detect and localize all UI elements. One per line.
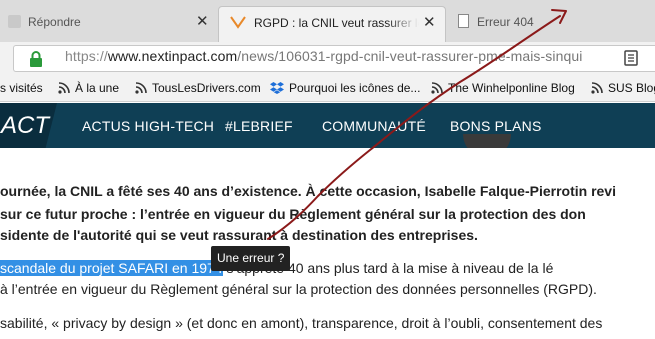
article-paragraph-line: sabilité, « privacy by design » (et donc… — [0, 315, 603, 331]
page-icon — [8, 15, 21, 28]
bookmark-label: TousLesDrivers.com — [152, 81, 261, 95]
article-intro-line: sur ce futur proche : l’entrée en vigueu… — [0, 206, 586, 222]
rss-icon — [431, 82, 443, 97]
bookmark-sus-blog[interactable]: SUS Blog — [591, 81, 655, 97]
rss-icon — [135, 82, 147, 97]
document-icon — [458, 14, 469, 28]
bookmark-label: À la une — [75, 81, 120, 95]
url-path: /news/106031-rgpd-cnil-veut-rassurer-pme… — [237, 48, 583, 64]
nextinpact-favicon-icon — [230, 15, 246, 32]
bookmark-pourquoi-icones[interactable]: Pourquoi les icônes de... — [270, 81, 420, 97]
close-icon[interactable]: ✕ — [196, 12, 209, 30]
site-logo[interactable]: ACT — [0, 103, 57, 148]
article-intro-line: sidente de l'autorité qui se veut rassur… — [0, 227, 478, 243]
bookmark-most-visited[interactable]: s visités — [0, 81, 43, 95]
bookmark-a-la-une[interactable]: À la une — [58, 81, 119, 97]
url-text[interactable]: https://www.nextinpact.com/news/106031-r… — [65, 48, 582, 64]
bookmark-label: s visités — [0, 81, 43, 95]
report-error-tooltip[interactable]: Une erreur ? — [211, 246, 290, 271]
article-intro-line: ournée, la CNIL a fêté ses 40 ans d’exis… — [0, 183, 616, 199]
rss-icon — [591, 82, 603, 97]
tab-label: Répondre — [28, 15, 81, 29]
nav-bons-plans[interactable]: BONS PLANS — [450, 118, 541, 134]
reader-mode-icon[interactable] — [624, 50, 638, 71]
article-paragraph-line: à l’entrée en vigueur du Règlement génér… — [0, 281, 597, 297]
dropbox-icon — [270, 82, 284, 97]
tab-label: RGPD : la CNIL veut rassurer les P — [254, 16, 419, 30]
bookmark-touslesdrivers[interactable]: TousLesDrivers.com — [135, 81, 261, 97]
tab-strip: Répondre ✕ RGPD : la CNIL veut rassurer … — [0, 0, 655, 42]
nav-actus-high-tech[interactable]: ACTUS HIGH-TECH — [82, 118, 214, 134]
toolbar: https://www.nextinpact.com/news/106031-r… — [0, 42, 655, 74]
bookmark-label: The Winhelponline Blog — [448, 81, 575, 95]
tab-repondre[interactable]: Répondre ✕ — [0, 6, 218, 42]
nav-communaute[interactable]: COMMUNAUTÉ — [322, 118, 426, 134]
url-host: www.nextinpact.com — [107, 48, 238, 64]
site-navigation: ACT ACTUS HIGH-TECH #LEBRIEF COMMUNAUTÉ … — [0, 103, 655, 148]
bookmark-label: SUS Blog — [608, 81, 655, 95]
nav-lebrief[interactable]: #LEBRIEF — [225, 118, 293, 134]
logo-text: ACT — [1, 112, 49, 139]
bookmark-label: Pourquoi les icônes de... — [289, 81, 421, 95]
bookmarks-bar: s visités À la une TousLesDrivers.com Po… — [0, 74, 655, 102]
tab-label: Erreur 404 — [477, 15, 534, 29]
bookmark-winhelponline[interactable]: The Winhelponline Blog — [431, 81, 575, 97]
tab-rgpd-active[interactable]: RGPD : la CNIL veut rassurer les P ✕ — [218, 6, 446, 42]
lock-icon[interactable] — [29, 51, 43, 72]
article-body: ournée, la CNIL a fêté ses 40 ans d’exis… — [0, 148, 655, 339]
rss-icon — [58, 82, 70, 97]
close-icon[interactable]: ✕ — [423, 13, 436, 31]
selected-text[interactable]: scandale du projet SAFARI en 1974 — [0, 260, 223, 276]
url-scheme: https:// — [65, 48, 108, 64]
tab-erreur-404[interactable]: Erreur 404 — [446, 6, 556, 42]
